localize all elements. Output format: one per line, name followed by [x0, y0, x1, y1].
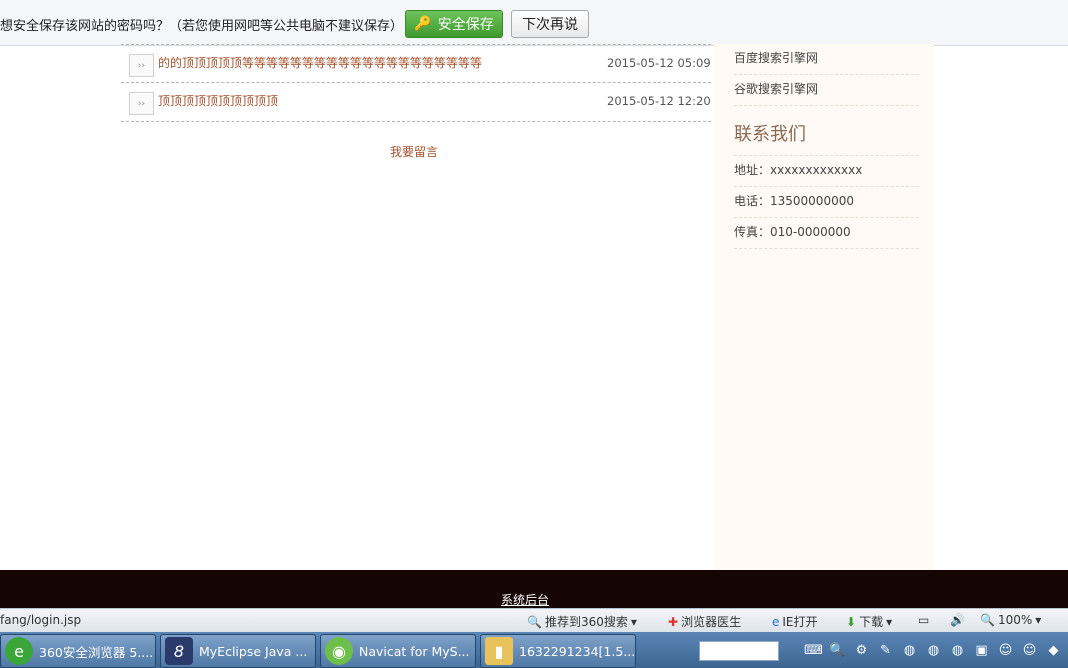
keyboard-icon[interactable]: ⌨ — [804, 642, 823, 659]
contact-phone: 电话：13500000000 — [734, 187, 919, 218]
taskbar-item-folder[interactable]: ▮ 1632291234[1.5... — [480, 634, 636, 668]
qq-icon[interactable]: ☺ — [997, 642, 1014, 659]
myeclipse-icon: 8 — [165, 637, 193, 665]
sidebar-link-google[interactable]: 谷歌搜索引擎网 — [734, 75, 919, 106]
zoom-icon: 🔍 — [980, 613, 995, 627]
network-icon[interactable]: ⚙ — [853, 642, 870, 659]
taskbar: e 360安全浏览器 5.... 8 MyEclipse Java ... ◉ … — [0, 632, 1068, 668]
folder-icon: ▮ — [485, 637, 513, 665]
admin-link[interactable]: 系统后台 — [501, 591, 549, 608]
ie-open-button[interactable]: e IE打开 — [772, 613, 818, 630]
recommend-label: 推荐到360搜索 — [544, 615, 628, 629]
message-icon: ›› — [129, 54, 154, 77]
chevron-down-icon: ▾ — [630, 614, 637, 629]
list-item: ›› 顶顶顶顶顶顶顶顶顶顶 2015-05-12 12:20 — [121, 83, 711, 122]
status-url: fang/login.jsp — [0, 613, 82, 627]
taskbar-item-label: 360安全浏览器 5.... — [39, 644, 154, 660]
password-save-prompt: 想安全保存该网站的密码吗？（若您使用网吧等公共电脑不建议保存） — [0, 19, 404, 34]
navicat-icon: ◉ — [325, 637, 353, 665]
taskbar-search-input[interactable] — [699, 641, 779, 661]
taskbar-item-label: MyEclipse Java ... — [199, 643, 308, 659]
page-footer: 系统后台 — [0, 570, 1068, 608]
save-password-button[interactable]: 🔑 安全保存 — [405, 10, 503, 38]
list-item: ›› 的的顶顶顶顶顶等等等等等等等等等等等等等等等等等等等等 2015-05-1… — [121, 44, 711, 83]
search-icon[interactable]: 🔍 — [829, 642, 846, 659]
taskbar-item-navicat[interactable]: ◉ Navicat for MyS... — [320, 634, 476, 668]
taskbar-item-label: 1632291234[1.5... — [519, 643, 636, 659]
contact-heading: 联系我们 — [734, 124, 806, 145]
system-tray: ⌨ 🔍 ⚙ ✎ ◍ ◍ ◍ ▣ ☺ ☺ ◆ ⛨ — [804, 642, 1068, 659]
key-icon: 🔑 — [414, 16, 432, 32]
leave-message-link[interactable]: 我要留言 — [390, 143, 438, 160]
message-date: 2015-05-12 05:09 — [607, 56, 711, 70]
message-list: ›› 的的顶顶顶顶顶等等等等等等等等等等等等等等等等等等等等 2015-05-1… — [121, 44, 711, 122]
app-icon[interactable]: ◆ — [1045, 642, 1062, 659]
chevron-down-icon: ▾ — [1035, 613, 1042, 627]
qq-icon[interactable]: ☺ — [1021, 642, 1038, 659]
message-title[interactable]: 顶顶顶顶顶顶顶顶顶顶 — [158, 92, 278, 109]
message-date: 2015-05-12 12:20 — [607, 94, 711, 108]
volume-icon[interactable]: 🔊 — [950, 613, 965, 627]
password-save-bar: 想安全保存该网站的密码吗？（若您使用网吧等公共电脑不建议保存） 🔑 安全保存 下… — [0, 0, 1068, 46]
contact-fax: 传真：010-0000000 — [734, 218, 919, 249]
ie-open-label: IE打开 — [782, 615, 818, 629]
browser-doctor-label: 浏览器医生 — [681, 615, 742, 629]
chevron-down-icon: ▾ — [886, 614, 893, 629]
message-title[interactable]: 的的顶顶顶顶顶等等等等等等等等等等等等等等等等等等等等 — [158, 54, 482, 71]
contact-address: 地址：xxxxxxxxxxxxx — [734, 156, 919, 187]
taskbar-item-myeclipse[interactable]: 8 MyEclipse Java ... — [160, 634, 316, 668]
save-password-label: 安全保存 — [437, 17, 494, 33]
zoom-level: 100% — [997, 613, 1033, 627]
search-icon: 🔍 — [527, 614, 542, 629]
message-icon: ›› — [129, 92, 154, 115]
recommend-360-button[interactable]: 🔍 推荐到360搜索 ▾ — [527, 613, 637, 630]
status-bar: fang/login.jsp 🔍 推荐到360搜索 ▾ ✚ 浏览器医生 e IE… — [0, 608, 1068, 632]
battery-icon[interactable]: ▣ — [973, 642, 990, 659]
pen-icon[interactable]: ✎ — [877, 642, 894, 659]
window-icon[interactable]: ▭ — [918, 613, 929, 627]
download-icon: ⬇ — [846, 614, 857, 629]
download-button[interactable]: ⬇ 下载 ▾ — [846, 613, 892, 630]
sidebar: 百度搜索引擎网 谷歌搜索引擎网 联系我们 地址：xxxxxxxxxxxxx 电话… — [714, 44, 934, 570]
globe-icon[interactable]: ◍ — [949, 642, 966, 659]
taskbar-item-360-browser[interactable]: e 360安全浏览器 5.... — [0, 634, 156, 668]
taskbar-item-label: Navicat for MyS... — [359, 643, 470, 659]
browser-doctor-button[interactable]: ✚ 浏览器医生 — [668, 613, 741, 630]
ie-icon: e — [772, 614, 780, 629]
zoom-control[interactable]: 🔍 100% ▾ — [980, 613, 1041, 627]
download-label: 下载 — [859, 615, 884, 629]
globe-icon[interactable]: ◍ — [925, 642, 942, 659]
globe-icon[interactable]: ◍ — [901, 642, 918, 659]
browser-360-icon: e — [5, 637, 33, 665]
later-button[interactable]: 下次再说 — [511, 10, 589, 38]
sidebar-link-baidu[interactable]: 百度搜索引擎网 — [734, 44, 919, 75]
medkit-icon: ✚ — [668, 614, 679, 629]
